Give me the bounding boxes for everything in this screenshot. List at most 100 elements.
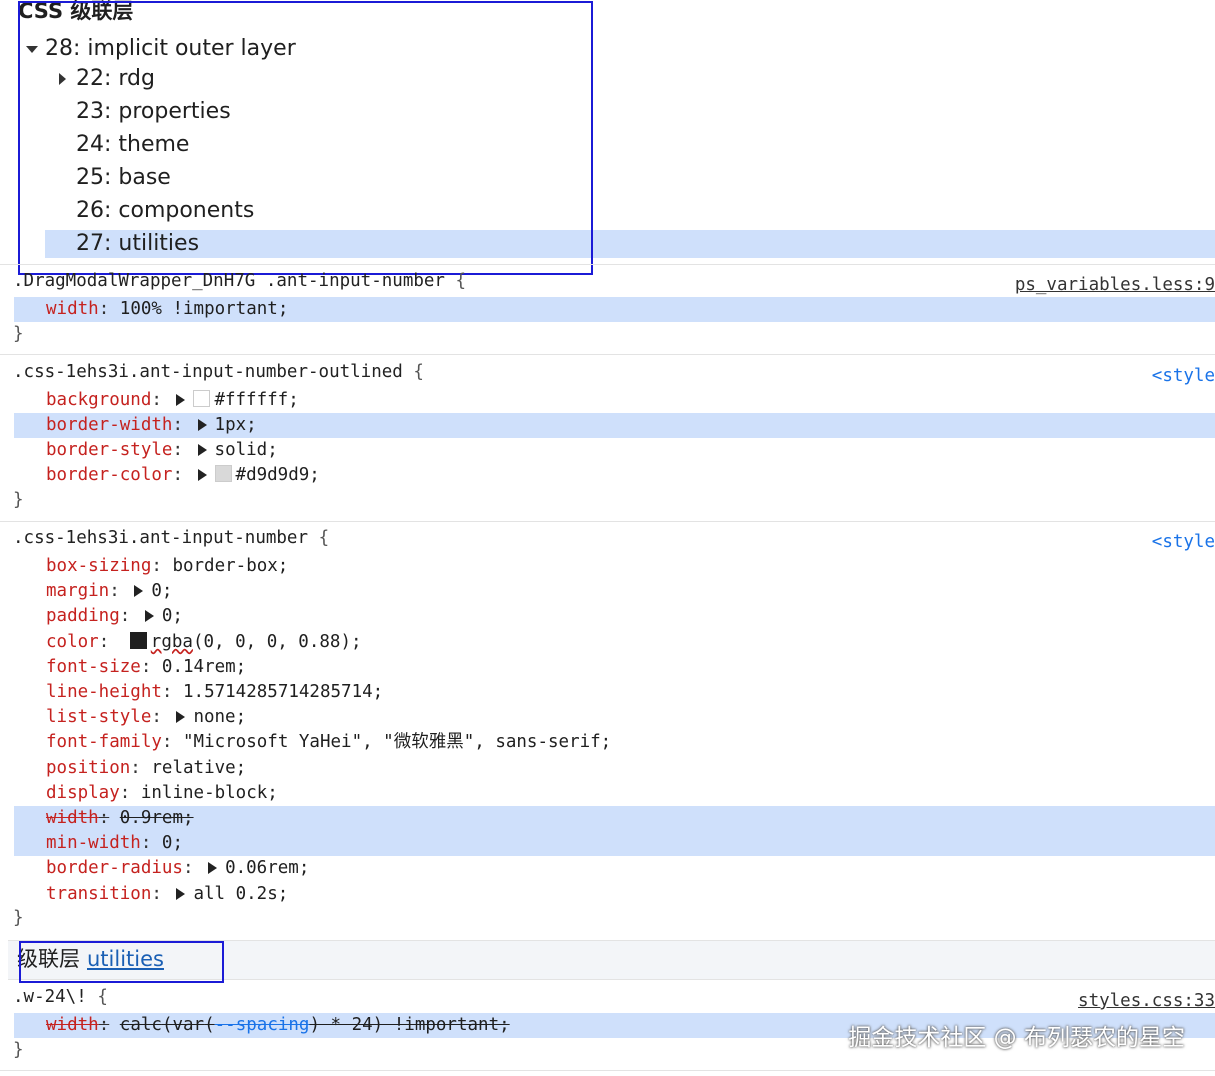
layer-item-rdg[interactable]: 22: rdg — [45, 65, 645, 93]
colon: : — [151, 707, 162, 727]
property-value[interactable]: relative; — [151, 758, 246, 778]
rule-divider — [0, 521, 1215, 522]
source-link-text[interactable]: <style — [1152, 532, 1215, 552]
property-value[interactable]: ) * 24) !important; — [309, 1015, 509, 1035]
expand-right-icon[interactable] — [197, 469, 207, 481]
expand-right-icon[interactable] — [134, 585, 144, 597]
property-name[interactable]: border-color — [46, 465, 172, 485]
css-declaration[interactable]: list-style: none; — [14, 705, 1215, 730]
css-declaration[interactable]: border-width: 1px; — [14, 413, 1215, 438]
property-name[interactable]: position — [46, 758, 130, 778]
color-swatch[interactable] — [214, 465, 232, 482]
css-declaration[interactable]: position: relative; — [14, 756, 1215, 781]
expand-down-icon[interactable] — [26, 46, 38, 53]
property-value-function[interactable]: var — [172, 1015, 204, 1035]
rule-selector[interactable]: .DragModalWrapper_DnH7G .ant-input-numbe… — [13, 269, 466, 294]
property-value[interactable]: inline-block; — [141, 783, 278, 803]
open-brace: { — [455, 271, 467, 291]
property-value[interactable]: #ffffff; — [214, 390, 298, 410]
property-value[interactable]: 0; — [151, 581, 172, 601]
property-name[interactable]: background — [46, 390, 151, 410]
property-value[interactable]: 1.5714285714285714; — [183, 682, 383, 702]
css-declaration[interactable]: border-color: #d9d9d9; — [14, 463, 1215, 488]
layer-item-utilities[interactable]: 27: utilities — [45, 230, 1215, 258]
property-value[interactable]: all 0.2s; — [193, 884, 288, 904]
css-variable-link[interactable]: --spacing — [215, 1015, 310, 1035]
property-value[interactable]: none; — [193, 707, 246, 727]
property-name[interactable]: font-family — [46, 732, 162, 752]
expand-right-icon[interactable] — [176, 888, 186, 900]
css-declaration[interactable]: transition: all 0.2s; — [14, 882, 1215, 907]
property-value-function[interactable]: rgba — [151, 632, 193, 652]
css-declaration[interactable]: padding: 0; — [14, 604, 1215, 629]
property-value[interactable]: (0, 0, 0, 0.88); — [193, 632, 362, 652]
source-link-text[interactable]: ps_variables.less:9 — [1015, 275, 1215, 295]
css-declaration[interactable]: background: #ffffff; — [14, 388, 1215, 413]
rule-source-link[interactable]: <style — [1152, 530, 1215, 555]
property-name[interactable]: color — [46, 632, 99, 652]
property-name[interactable]: width — [46, 299, 99, 319]
property-value[interactable]: 0; — [162, 606, 183, 626]
property-value[interactable]: border-box; — [172, 556, 288, 576]
css-declaration-overridden[interactable]: width: 0.9rem; — [14, 806, 1215, 831]
property-name[interactable]: display — [46, 783, 120, 803]
rule-source-link[interactable]: styles.css:33 — [1078, 989, 1215, 1014]
css-declaration[interactable]: border-radius: 0.06rem; — [14, 856, 1215, 881]
css-declaration[interactable]: display: inline-block; — [14, 781, 1215, 806]
property-name[interactable]: padding — [46, 606, 120, 626]
css-declaration[interactable]: color: rgba(0, 0, 0, 0.88); — [14, 630, 1215, 655]
rule-source-link[interactable]: <style — [1152, 364, 1215, 389]
css-declaration[interactable]: margin: 0; — [14, 579, 1215, 604]
property-name[interactable]: margin — [46, 581, 109, 601]
color-swatch[interactable] — [129, 632, 147, 649]
layer-item-theme[interactable]: 24: theme — [45, 131, 645, 159]
expand-right-icon[interactable] — [176, 394, 186, 406]
css-declaration[interactable]: box-sizing: border-box; — [14, 554, 1215, 579]
property-value-function[interactable]: calc — [120, 1015, 162, 1035]
property-name[interactable]: border-radius — [46, 858, 183, 878]
expand-right-icon[interactable] — [197, 419, 207, 431]
property-name[interactable]: width — [46, 808, 99, 828]
property-value[interactable]: #d9d9d9; — [236, 465, 320, 485]
property-name[interactable]: min-width — [46, 833, 141, 853]
property-value[interactable]: 100% !important; — [120, 299, 289, 319]
expand-right-icon[interactable] — [144, 610, 154, 622]
expand-right-icon[interactable] — [59, 73, 66, 85]
source-link-text[interactable]: styles.css:33 — [1078, 991, 1215, 1011]
property-value[interactable]: 1px; — [215, 415, 257, 435]
property-value[interactable]: solid; — [215, 440, 278, 460]
property-name[interactable]: transition — [46, 884, 151, 904]
rule-selector[interactable]: .css-1ehs3i.ant-input-number-outlined { — [13, 360, 424, 385]
property-value[interactable]: 0.06rem; — [225, 858, 309, 878]
css-declaration[interactable]: width: 100% !important; — [14, 297, 1215, 322]
rule-selector[interactable]: .css-1ehs3i.ant-input-number { — [13, 526, 329, 551]
expand-right-icon[interactable] — [208, 862, 218, 874]
property-name[interactable]: border-width — [46, 415, 172, 435]
layer-item-base[interactable]: 25: base — [45, 164, 645, 192]
layer-item-properties[interactable]: 23: properties — [45, 98, 645, 126]
rule-selector[interactable]: .w-24\! { — [13, 985, 108, 1010]
property-name[interactable]: box-sizing — [46, 556, 151, 576]
property-value[interactable]: 0; — [162, 833, 183, 853]
layer-utilities-link[interactable]: utilities — [87, 945, 164, 973]
color-swatch[interactable] — [193, 390, 211, 407]
property-value[interactable]: 0.14rem; — [162, 657, 246, 677]
css-declaration[interactable]: line-height: 1.5714285714285714; — [14, 680, 1215, 705]
layer-root-implicit-outer[interactable]: 28: implicit outer layer — [24, 35, 624, 63]
css-declaration[interactable]: border-style: solid; — [14, 438, 1215, 463]
expand-right-icon[interactable] — [197, 444, 207, 456]
source-link-text[interactable]: <style — [1152, 366, 1215, 386]
property-value[interactable]: "Microsoft YaHei", "微软雅黑", sans-serif; — [183, 732, 611, 752]
property-name[interactable]: font-size — [46, 657, 141, 677]
layer-item-components[interactable]: 26: components — [45, 197, 645, 225]
expand-right-icon[interactable] — [176, 711, 186, 723]
css-declaration[interactable]: font-size: 0.14rem; — [14, 655, 1215, 680]
property-name[interactable]: line-height — [46, 682, 162, 702]
property-name[interactable]: border-style — [46, 440, 172, 460]
css-declaration[interactable]: min-width: 0; — [14, 831, 1215, 856]
property-name[interactable]: list-style — [46, 707, 151, 727]
css-declaration[interactable]: font-family: "Microsoft YaHei", "微软雅黑", … — [14, 730, 1215, 755]
property-name[interactable]: width — [46, 1015, 99, 1035]
property-value[interactable]: 0.9rem; — [120, 808, 194, 828]
rule-source-link[interactable]: ps_variables.less:9 — [1015, 273, 1215, 298]
